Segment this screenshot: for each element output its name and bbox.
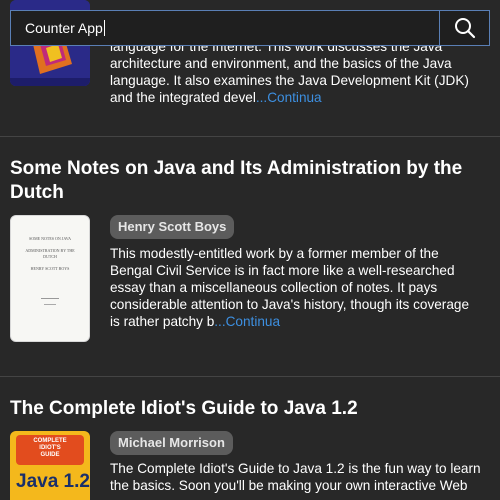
description-line: is rather patchy b...Continua <box>110 313 490 330</box>
description-line: and the integrated devel...Continua <box>110 89 490 106</box>
cover-text-line: COMPLETE <box>33 438 67 444</box>
cover-text-line: ADMINISTRATION BY THE DUTCH <box>25 248 75 259</box>
read-more-link[interactable]: ...Continua <box>256 90 322 105</box>
description-text: is rather patchy b <box>110 314 215 329</box>
book-cover-image[interactable]: SOME NOTES ON JAVA ADMINISTRATION BY THE… <box>10 215 90 342</box>
description-line: The Complete Idiot's Guide to Java 1.2 i… <box>110 461 481 476</box>
cover-title-text: Java 1.2 <box>16 471 90 492</box>
cover-text-line: GUIDE <box>40 452 60 458</box>
description-line: the basics. Soon you'll be making your o… <box>110 478 468 493</box>
cover-badge: COMPLETE IDIOT'S GUIDE <box>16 435 84 465</box>
description-line: This modestly-entitled work by a former … <box>110 246 439 261</box>
book-title-line: Some Notes on Java and Its Administratio… <box>10 158 463 179</box>
book-card[interactable]: Some Notes on Java and Its Administratio… <box>0 137 500 375</box>
description-line: architecture and environment, and the ba… <box>110 56 452 71</box>
cover-rule <box>41 298 59 299</box>
book-description: language for the Internet. This work dis… <box>110 38 490 106</box>
description-line: essay than a miscellaneous collection of… <box>110 280 438 295</box>
search-button[interactable] <box>439 11 489 45</box>
book-title[interactable]: Some Notes on Java and Its Administratio… <box>10 157 480 205</box>
cover-text: SOME NOTES ON JAVA ADMINISTRATION BY THE… <box>19 236 81 272</box>
cover-text-line: SOME NOTES ON JAVA <box>29 236 71 241</box>
description-line: considerable attention to Java's history… <box>110 297 470 312</box>
search-input-value: Counter App <box>25 20 103 36</box>
search-icon <box>454 18 475 39</box>
book-title-line: The Complete Idiot's Guide to Java 1.2 <box>10 398 358 419</box>
book-title[interactable]: The Complete Idiot's Guide to Java 1.2 <box>10 397 480 421</box>
book-description: The Complete Idiot's Guide to Java 1.2 i… <box>110 460 490 494</box>
book-description: This modestly-entitled work by a former … <box>110 245 490 330</box>
description-line: language. It also examines the Java Deve… <box>110 73 469 88</box>
book-title-line: Dutch <box>10 182 64 203</box>
author-chip[interactable]: Henry Scott Boys <box>110 215 235 239</box>
description-line: Bengal Civil Service is in fact more lik… <box>110 263 455 278</box>
cover-text-line: IDIOT'S <box>39 445 61 451</box>
description-text: and the integrated devel <box>110 90 256 105</box>
search-bar: Counter App <box>10 10 490 46</box>
read-more-link[interactable]: ...Continua <box>214 314 280 329</box>
text-caret <box>103 20 105 36</box>
search-input[interactable]: Counter App <box>11 11 439 45</box>
book-cover-image[interactable]: COMPLETE IDIOT'S GUIDE Java 1.2 <box>10 431 90 500</box>
author-chip[interactable]: Michael Morrison <box>110 431 233 455</box>
book-card[interactable]: The Complete Idiot's Guide to Java 1.2 C… <box>0 377 500 500</box>
cover-text-line: HENRY SCOTT BOYS <box>30 266 70 271</box>
cover-rule <box>44 304 56 305</box>
